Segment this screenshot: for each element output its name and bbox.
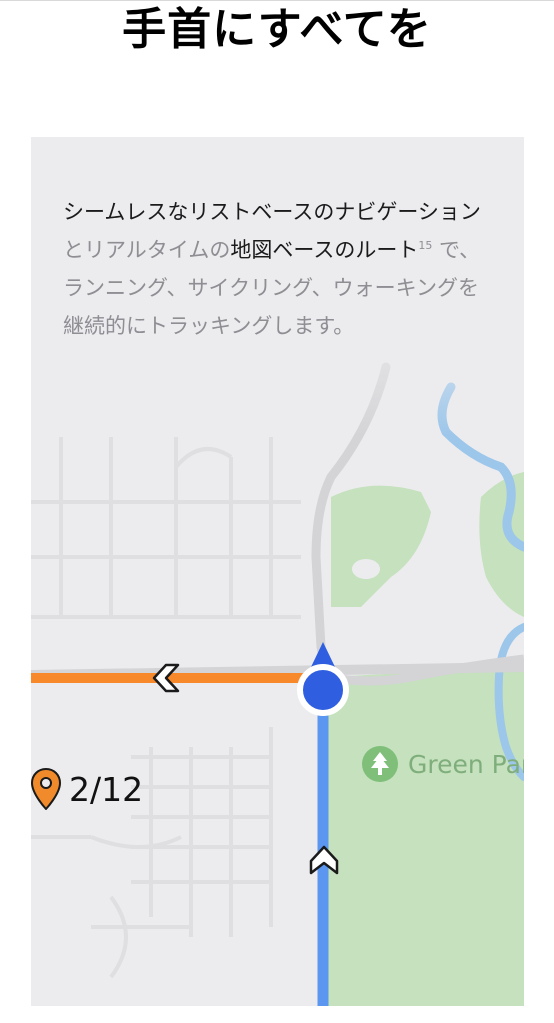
map-pin-icon <box>31 768 61 810</box>
heading-arrow-icon <box>311 642 335 667</box>
park-pond <box>352 559 380 579</box>
footnote-marker[interactable]: 15 <box>418 239 432 252</box>
page-title: 手首にすべてを <box>122 4 432 55</box>
feature-description: シームレスなリストベースのナビゲーションとリアルタイムの地図ベースのルート15 … <box>63 193 493 345</box>
page: 手首にすべてを シームレスなリストベースのナビゲーションとリアルタイムの地図ベー… <box>0 0 554 1023</box>
description-segment: と <box>63 238 84 262</box>
description-segment: 地図ベースのルート <box>230 238 419 262</box>
park-name: Green Park <box>408 749 524 779</box>
park-area-upper <box>331 485 431 607</box>
description-segment: リアルタイムの <box>84 238 231 262</box>
route-counter-value: 2/12 <box>69 769 144 809</box>
current-location-icon <box>297 664 349 716</box>
park-label[interactable]: Green Park <box>361 745 524 783</box>
minor-roads-lower <box>31 727 273 979</box>
route-counter: 2/12 <box>31 767 143 811</box>
description-segment: シームレスなリストベースのナビゲーション <box>63 200 481 224</box>
minor-roads-upper <box>31 437 301 619</box>
map-card[interactable]: シームレスなリストベースのナビゲーションとリアルタイムの地図ベースのルート15 … <box>31 137 524 1006</box>
tree-icon <box>362 746 398 782</box>
park-area-main <box>327 667 524 1006</box>
